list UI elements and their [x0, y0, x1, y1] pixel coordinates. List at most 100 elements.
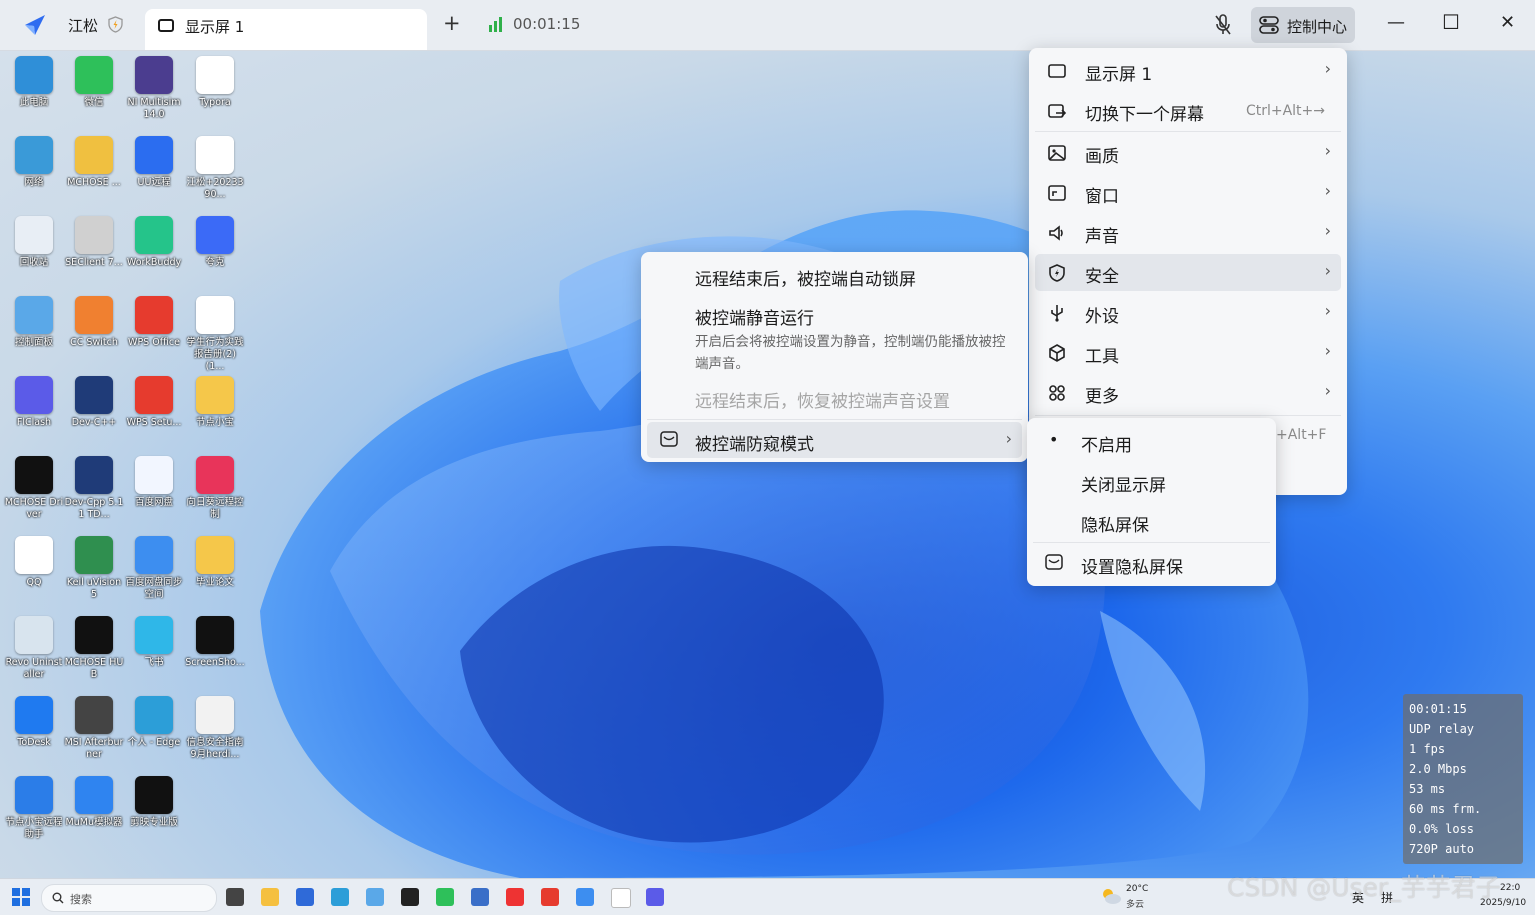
- desktop-icon[interactable]: 江松+2023390...: [185, 136, 245, 201]
- desktop-icon[interactable]: 百度网盘同步空间: [124, 536, 184, 601]
- windows-start-icon[interactable]: [12, 888, 30, 906]
- desktop-icon[interactable]: 百度网盘: [124, 456, 184, 509]
- flclash-icon[interactable]: [646, 888, 664, 906]
- menu-item-label: 安全: [1085, 267, 1119, 287]
- desktop-icon[interactable]: NI Multisim 14.0: [124, 56, 184, 121]
- menu-item-monitor[interactable]: 显示屏 1 ›: [1035, 52, 1341, 89]
- desktop-icon[interactable]: SEClient 7...: [64, 216, 124, 269]
- wechat-icon[interactable]: [436, 888, 454, 906]
- desktop-icon-label: 毕业论文: [195, 577, 234, 588]
- app-icon: [196, 376, 234, 414]
- menu-item-turn-off-display[interactable]: 关闭显示屏: [1033, 462, 1270, 500]
- desktop-icon[interactable]: UU远程: [124, 136, 184, 189]
- desktop-icon[interactable]: ToDesk: [4, 696, 64, 749]
- menu-item-usb[interactable]: 外设 ›: [1035, 294, 1341, 331]
- menu-item-speaker[interactable]: 声音 ›: [1035, 214, 1341, 251]
- desktop-icon[interactable]: Dev-C++: [64, 376, 124, 429]
- app-icon: [135, 616, 173, 654]
- user-name[interactable]: 江松: [68, 15, 98, 36]
- desktop-icon[interactable]: MCHOSE HUB: [64, 616, 124, 681]
- menu-item-grid[interactable]: 更多 ›: [1035, 374, 1341, 411]
- menu-item-shield[interactable]: 安全 ›: [1035, 254, 1341, 291]
- menu-item-privacy-mode[interactable]: 被控端防窥模式 ›: [647, 422, 1022, 458]
- desktop-icon[interactable]: 个人 - Edge: [124, 696, 184, 749]
- desktop-icon[interactable]: 夸克: [185, 216, 245, 269]
- desktop-icon-label: 百度网盘同步空间: [125, 577, 183, 600]
- desktop-icon[interactable]: 飞书: [124, 616, 184, 669]
- menu-item-privacy-screensaver[interactable]: 隐私屏保: [1033, 502, 1270, 540]
- desktop-icon[interactable]: 学生行为实践报告册(2)(1...: [185, 296, 245, 373]
- desktop-icon[interactable]: 信息安全指南9月herdi...: [185, 696, 245, 761]
- remote-icon[interactable]: [471, 888, 489, 906]
- desktop-icon[interactable]: Typora: [185, 56, 245, 109]
- tab-label: 显示屏 1: [185, 18, 245, 36]
- desktop-icon[interactable]: 微信: [64, 56, 124, 109]
- desktop-icon[interactable]: 控制面板: [4, 296, 64, 349]
- app-icon: [75, 376, 113, 414]
- desktop-icon[interactable]: 毕业论文: [185, 536, 245, 589]
- minimize-button[interactable]: —: [1387, 12, 1405, 33]
- taskbar-search[interactable]: 搜索: [41, 884, 217, 912]
- desktop-icon[interactable]: 节点小宝远程助手: [4, 776, 64, 841]
- terminal-icon[interactable]: [401, 888, 419, 906]
- desktop-icon-label: CC Switch: [70, 337, 118, 348]
- control-panel-icon[interactable]: [366, 888, 384, 906]
- desktop-icon[interactable]: 向日葵远程控制: [185, 456, 245, 521]
- desktop-icon[interactable]: 剪映专业版: [124, 776, 184, 829]
- close-button[interactable]: ✕: [1500, 12, 1515, 33]
- shield-badge-icon[interactable]: [107, 16, 124, 33]
- desktop-icon[interactable]: Revo Uninstaller: [4, 616, 64, 681]
- chevron-right-icon: ›: [1324, 59, 1331, 78]
- desktop-icon[interactable]: MCHOSE ...: [64, 136, 124, 189]
- desktop-icon[interactable]: Dev-Cpp 5.11 TD...: [64, 456, 124, 521]
- wps-icon[interactable]: [541, 888, 559, 906]
- typora-icon[interactable]: [611, 888, 631, 908]
- desktop-icon[interactable]: FlClash: [4, 376, 64, 429]
- desktop-icon[interactable]: 网络: [4, 136, 64, 189]
- menu-item-set-privacy-screensaver[interactable]: 设置隐私屏保: [1033, 544, 1270, 582]
- desktop-icon[interactable]: QQ: [4, 536, 64, 589]
- todesk-icon[interactable]: [576, 888, 594, 906]
- desktop-icon-label: WorkBuddy: [126, 257, 182, 268]
- desktop-icon[interactable]: MuMu模拟器: [64, 776, 124, 829]
- app-icon: [196, 216, 234, 254]
- menu-item-silent-run[interactable]: 被控端静音运行 开启后会将被控端设置为静音，控制端仍能播放被控端声音。: [647, 298, 1022, 376]
- desktop-icon[interactable]: Keil uVision5: [64, 536, 124, 601]
- desktop-icon[interactable]: MSI Afterburner: [64, 696, 124, 761]
- app-icon: [15, 376, 53, 414]
- desktop-icon-label: QQ: [26, 577, 42, 588]
- app-icon: [75, 216, 113, 254]
- weather-icon[interactable]: [1100, 886, 1122, 906]
- add-tab-button[interactable]: +: [443, 11, 461, 35]
- menu-item-disabled-option[interactable]: • 不启用: [1033, 422, 1270, 460]
- desktop-icon-label: 信息安全指南9月herdi...: [186, 737, 244, 760]
- clock-time[interactable]: 22:0: [1500, 883, 1520, 893]
- menu-item-window[interactable]: 窗口 ›: [1035, 174, 1341, 211]
- desktop-icon[interactable]: WPS Setu...: [124, 376, 184, 429]
- maximize-button[interactable]: ☐: [1442, 10, 1460, 34]
- desktop-icon[interactable]: ScreenSho...: [185, 616, 245, 669]
- tab-display-1[interactable]: 显示屏 1: [145, 9, 427, 50]
- desktop-icon[interactable]: 此电脑: [4, 56, 64, 109]
- menu-item-cube[interactable]: 工具 ›: [1035, 334, 1341, 371]
- mic-muted-icon[interactable]: [1213, 13, 1233, 37]
- desktop-icon[interactable]: 节点小宝: [185, 376, 245, 429]
- edge-icon[interactable]: [331, 888, 349, 906]
- menu-item-auto-lock[interactable]: 远程结束后，被控端自动锁屏: [647, 256, 1022, 294]
- menu-item-label: 设置隐私屏保: [1081, 558, 1183, 578]
- desktop-icon[interactable]: WorkBuddy: [124, 216, 184, 269]
- desktop-icon[interactable]: 回收站: [4, 216, 64, 269]
- desktop-icon[interactable]: WPS Office: [124, 296, 184, 349]
- menu-item-switch-screen[interactable]: 切换下一个屏幕 Ctrl+Alt+→: [1035, 92, 1341, 129]
- store-icon[interactable]: [296, 888, 314, 906]
- task-view-icon[interactable]: [226, 888, 244, 906]
- selected-bullet-icon: •: [1049, 430, 1059, 449]
- file-explorer-icon[interactable]: [261, 888, 279, 906]
- control-center-button[interactable]: 控制中心: [1251, 7, 1355, 43]
- menu-item-image-quality[interactable]: 画质 ›: [1035, 134, 1341, 171]
- desktop-icon[interactable]: MCHOSE Driver: [4, 456, 64, 521]
- qq-icon[interactable]: [506, 888, 524, 906]
- desktop-icon-label: SEClient 7...: [65, 257, 123, 268]
- image-quality-icon: [1048, 145, 1066, 161]
- desktop-icon[interactable]: CC Switch: [64, 296, 124, 349]
